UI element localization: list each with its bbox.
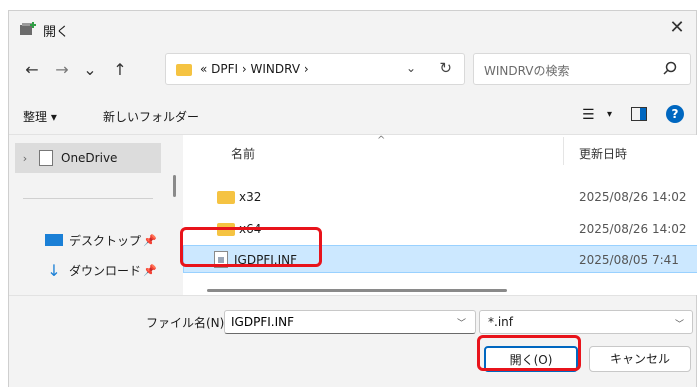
refresh-icon[interactable]: ↻ <box>439 59 452 77</box>
search-icon[interactable] <box>662 60 678 76</box>
forward-button[interactable]: → <box>51 59 73 81</box>
desktop-icon <box>45 234 63 246</box>
address-bar[interactable]: « DPFI › WINDRV › ⌄ ↻ <box>165 53 465 85</box>
file-modified: 2025/08/05 7:41 <box>579 253 679 267</box>
nav-item-label: OneDrive <box>61 151 118 165</box>
search-box[interactable]: WINDRVの検索 <box>473 53 691 85</box>
column-divider[interactable] <box>563 137 564 165</box>
nav-item-onedrive[interactable]: › OneDrive <box>15 143 161 173</box>
cancel-button[interactable]: キャンセル <box>589 346 691 372</box>
navigation-pane: › OneDrive デスクトップ 📌 ↓ ダウンロード 📌 <box>9 135 169 295</box>
download-icon: ↓ <box>47 260 61 280</box>
pin-icon[interactable]: 📌 <box>143 264 157 277</box>
expand-arrow-icon[interactable]: › <box>15 152 35 165</box>
filename-label: ファイル名(N): <box>146 316 229 330</box>
view-options-icon[interactable]: ☰ <box>582 107 595 123</box>
search-input[interactable]: WINDRVの検索 <box>484 62 570 79</box>
file-modified: 2025/08/26 14:02 <box>579 222 687 236</box>
nav-item-label: ダウンロード <box>69 263 142 278</box>
folder-icon <box>176 64 192 76</box>
breadcrumb[interactable]: « DPFI › WINDRV › <box>200 62 309 76</box>
file-row-x32[interactable]: x32 2025/08/26 14:02 <box>183 183 697 211</box>
navigation-bar: ← → ⌄ ↑ « DPFI › WINDRV › ⌄ ↻ WINDRVの検索 <box>9 47 696 91</box>
highlight-selected-file <box>180 227 322 267</box>
column-header-name[interactable]: 名前 <box>231 145 255 162</box>
window-title: 開く <box>43 25 70 40</box>
file-type-select[interactable]: *.inf ﹀ <box>479 310 693 334</box>
chevron-down-icon[interactable]: ﹀ <box>675 317 684 330</box>
command-bar: 整理 ▾ 新しいフォルダー ☰ ▾ ? <box>9 95 696 135</box>
close-button[interactable]: ✕ <box>664 17 690 41</box>
nav-item-label: デスクトップ <box>69 233 142 248</box>
nav-item-desktop[interactable]: デスクトップ 📌 <box>15 225 161 255</box>
highlight-open-button <box>477 335 581 371</box>
new-folder-button[interactable]: 新しいフォルダー <box>103 108 199 125</box>
open-dialog-icon <box>20 22 36 35</box>
nav-divider <box>23 198 153 199</box>
horizontal-scrollbar[interactable] <box>207 289 507 292</box>
help-icon[interactable]: ? <box>666 105 684 123</box>
address-dropdown-icon[interactable]: ⌄ <box>406 61 416 75</box>
breadcrumb-path[interactable]: DPFI › WINDRV › <box>211 62 308 76</box>
file-name: x32 <box>239 190 262 204</box>
preview-pane-icon[interactable] <box>631 107 647 121</box>
file-type-value: *.inf <box>488 315 513 329</box>
column-header-modified[interactable]: 更新日時 <box>579 145 627 162</box>
back-button[interactable]: ← <box>21 59 43 81</box>
folder-icon <box>217 191 235 204</box>
file-list: ^ 名前 更新日時 x32 2025/08/26 14:02 x64 2025/… <box>183 135 697 295</box>
view-options-caret-icon[interactable]: ▾ <box>607 109 612 120</box>
sort-indicator-icon: ^ <box>377 135 386 146</box>
recent-locations-button[interactable]: ⌄ <box>79 59 101 81</box>
nav-scrollbar[interactable] <box>173 175 176 197</box>
document-icon <box>39 150 53 166</box>
pin-icon[interactable]: 📌 <box>143 234 157 247</box>
up-button[interactable]: ↑ <box>109 59 131 81</box>
filename-input[interactable] <box>224 310 476 334</box>
dialog-footer: ファイル名(N): ﹀ *.inf ﹀ 開く(O) キャンセル <box>9 295 696 387</box>
file-modified: 2025/08/26 14:02 <box>579 190 687 204</box>
background-strip <box>0 0 697 10</box>
open-file-dialog: 開く ✕ ← → ⌄ ↑ « DPFI › WINDRV › ⌄ ↻ WINDR… <box>8 10 697 387</box>
organize-menu[interactable]: 整理 ▾ <box>23 108 57 125</box>
nav-item-downloads[interactable]: ↓ ダウンロード 📌 <box>15 255 161 285</box>
filename-dropdown-icon[interactable]: ﹀ <box>457 316 466 329</box>
breadcrumb-overflow[interactable]: « <box>200 62 207 76</box>
title-bar: 開く ✕ <box>9 11 696 47</box>
